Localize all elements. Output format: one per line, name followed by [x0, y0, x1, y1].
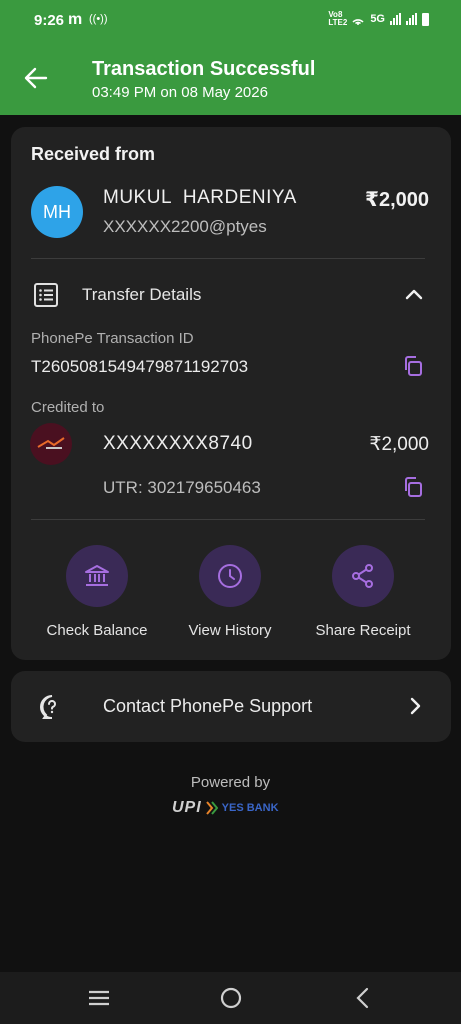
sender-name: MUKUL HARDENIYA	[103, 187, 297, 208]
page-title: Transaction Successful	[92, 58, 316, 80]
avatar: MH	[31, 186, 83, 238]
upi-logo: UPI	[172, 799, 202, 816]
credited-account: XXXXXXXX8740	[103, 433, 253, 454]
share-receipt-button[interactable]: Share Receipt	[298, 545, 428, 639]
signal-icon-2	[406, 13, 417, 25]
copy-icon[interactable]	[403, 355, 423, 377]
signal-icon	[390, 13, 401, 25]
home-icon[interactable]	[218, 986, 244, 1010]
transaction-card: Received from MH MUKUL HARDENIYA XXXXXX2…	[11, 127, 451, 660]
menu-icon[interactable]	[86, 986, 112, 1010]
bank-icon	[85, 565, 109, 586]
share-receipt-label[interactable]: Share Receipt	[298, 622, 428, 639]
partner-logos: UPI YES BANK	[172, 798, 279, 818]
wifi-hotspot-icon	[352, 19, 364, 25]
view-history-label[interactable]: View History	[165, 622, 295, 639]
view-history-button[interactable]: View History	[165, 545, 295, 639]
upi-arrow-icon	[205, 801, 218, 815]
bank-logo	[30, 423, 72, 465]
received-amount: ₹2,000	[365, 189, 429, 211]
received-from-label: Received from	[31, 144, 156, 164]
chevron-right-icon	[410, 697, 421, 715]
transaction-timestamp: 03:49 PM on 08 May 2026	[92, 84, 268, 101]
view-history-circle[interactable]	[199, 545, 261, 607]
back-icon[interactable]	[350, 986, 376, 1010]
check-balance-button[interactable]: Check Balance	[32, 545, 162, 639]
network-5g-label: 5G	[370, 13, 385, 25]
transfer-details-label[interactable]: Transfer Details	[82, 285, 201, 305]
utr-number: UTR: 302179650463	[103, 478, 261, 497]
share-receipt-circle[interactable]	[332, 545, 394, 607]
sender-vpa: XXXXXX2200@ptyes	[103, 217, 267, 236]
credited-to-label: Credited to	[31, 399, 105, 416]
contact-support-label[interactable]: Contact PhonePe Support	[103, 696, 312, 717]
contact-support-button[interactable]: Contact PhonePe Support	[11, 671, 451, 742]
arrow-left-icon[interactable]	[22, 64, 50, 92]
credited-amount: ₹2,000	[369, 434, 429, 455]
yes-bank-logo: YES BANK	[221, 802, 279, 814]
help-icon	[40, 695, 56, 719]
powered-by-label: Powered by	[190, 774, 271, 791]
receipt-list-icon	[34, 283, 58, 307]
avatar-initials: MH	[43, 201, 71, 222]
bank-logo-icon	[37, 437, 65, 449]
network-label: Vo8 LTE2	[328, 10, 348, 27]
divider	[31, 519, 425, 520]
clock-icon	[218, 564, 242, 588]
header: Transaction Successful 03:49 PM on 08 Ma…	[0, 38, 461, 115]
radio-icon: ((•))	[89, 13, 108, 25]
share-icon	[352, 564, 373, 588]
app-notification-icon: m	[68, 11, 83, 28]
check-balance-circle[interactable]	[66, 545, 128, 607]
transaction-id-value: T2605081549479871192703	[31, 357, 249, 376]
chevron-up-icon[interactable]	[405, 287, 423, 301]
divider	[31, 258, 425, 259]
check-balance-label[interactable]: Check Balance	[32, 622, 162, 639]
battery-icon	[422, 12, 429, 26]
status-bar: 9:26 m ((•)) Vo8 LTE2 5G	[0, 0, 461, 38]
copy-utr-icon[interactable]	[403, 476, 423, 498]
status-time: 9:26	[34, 12, 65, 29]
status-icons: Vo8 LTE2 5G	[328, 11, 429, 27]
system-nav-bar	[0, 972, 461, 1024]
transaction-id-label: PhonePe Transaction ID	[31, 330, 194, 347]
